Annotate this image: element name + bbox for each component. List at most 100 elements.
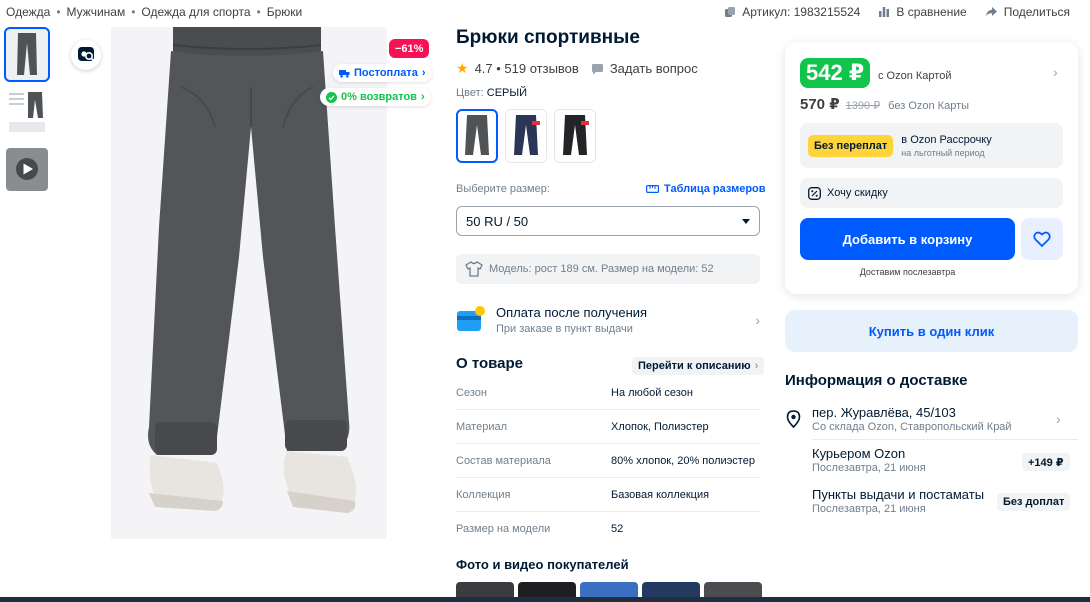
copy-icon bbox=[725, 7, 736, 17]
delivery-hint: Доставим послезавтра bbox=[859, 267, 956, 277]
customer-photos-title: Фото и видео покупателей bbox=[456, 557, 629, 572]
without-card-label: без Ozon Карты bbox=[888, 100, 970, 112]
no-overpay-tag: Без переплат bbox=[808, 134, 894, 157]
spec-value: 52 bbox=[611, 523, 624, 535]
color-value: СЕРЫЙ bbox=[486, 87, 528, 99]
payment-texts: Оплата после получения При заказе в пунк… bbox=[496, 305, 647, 335]
breadcrumb-separator: • bbox=[131, 5, 136, 19]
size-label: Выберите размер: bbox=[456, 183, 550, 195]
ozon-card-label: с Ozon Картой bbox=[878, 70, 952, 82]
ozon-card-price: 542 ₽ bbox=[800, 58, 871, 88]
rating-row: ★ 4.7 • 519 отзывов Задать вопрос bbox=[456, 60, 698, 77]
visual-search-icon bbox=[78, 47, 95, 62]
postpay-label: Постоплата bbox=[354, 67, 418, 79]
image-search-button[interactable] bbox=[71, 40, 101, 70]
delivery-address[interactable]: пер. Журавлёва, 45/103 bbox=[812, 405, 956, 420]
spec-value: На любой сезон bbox=[611, 386, 693, 399]
color-swatch-navy[interactable] bbox=[505, 109, 547, 163]
model-info-text: Модель: рост 189 см. Размер на модели: 5… bbox=[489, 263, 714, 275]
installment-offer[interactable]: Без переплат в Ozon Рассрочку на льготны… bbox=[800, 123, 1063, 168]
price-row: 570 ₽ 1390 ₽ без Ozon Карты bbox=[800, 95, 969, 113]
tshirt-icon bbox=[465, 261, 483, 277]
go-to-description-button[interactable]: Перейти к описанию › bbox=[632, 357, 765, 375]
add-to-cart-button[interactable]: Добавить в корзину bbox=[800, 218, 1015, 260]
delivery-info-title: Информация о доставке bbox=[785, 372, 968, 389]
bottom-edge-bar bbox=[0, 597, 1090, 602]
breadcrumb-separator: • bbox=[56, 5, 61, 19]
breadcrumb-item[interactable]: Одежда для спорта bbox=[141, 5, 250, 19]
returns-badge[interactable]: 0% возвратов › bbox=[320, 88, 431, 106]
product-title: Брюки спортивные bbox=[456, 27, 640, 48]
chevron-right-icon: › bbox=[755, 312, 760, 328]
truck-icon bbox=[339, 69, 350, 78]
payment-title: Оплата после получения bbox=[496, 305, 648, 320]
question-chat-icon bbox=[591, 63, 603, 74]
color-label: Цвет: СЕРЫЙ bbox=[456, 87, 527, 99]
color-swatch-gray[interactable] bbox=[456, 109, 498, 163]
want-discount-button[interactable]: Хочу скидку bbox=[800, 178, 1063, 208]
video-thumbnail-image bbox=[6, 148, 48, 191]
location-pin-icon bbox=[786, 410, 801, 428]
buy-one-click-button[interactable]: Купить в один клик bbox=[785, 310, 1078, 352]
breadcrumb-item[interactable]: Одежда bbox=[6, 5, 50, 19]
spec-value: 80% хлопок, 20% полиэстер bbox=[611, 454, 755, 467]
spec-value: Хлопок, Полиэстер bbox=[611, 420, 709, 433]
breadcrumb-item[interactable]: Брюки bbox=[267, 5, 303, 19]
pants-thumbnail-image bbox=[6, 29, 48, 80]
gallery-thumbnail-2[interactable] bbox=[6, 88, 48, 136]
size-table-link[interactable]: Таблица размеров bbox=[646, 183, 766, 195]
breadcrumb-separator: • bbox=[256, 5, 261, 19]
dropdown-caret-icon bbox=[742, 218, 750, 224]
share-label: Поделиться bbox=[1003, 5, 1070, 19]
old-price: 1390 ₽ bbox=[845, 100, 881, 112]
specs-table: Сезон На любой сезон Материал Хлопок, Поли… bbox=[456, 376, 760, 546]
installment-line1: в Ozon Рассрочку bbox=[901, 133, 992, 146]
spec-row: Сезон На любой сезон bbox=[456, 376, 760, 410]
regular-price: 570 ₽ bbox=[800, 96, 840, 113]
card-payment-icon bbox=[457, 306, 485, 331]
rating-reviews-link[interactable]: 4.7 • 519 отзывов bbox=[475, 61, 579, 76]
chevron-right-icon[interactable]: › bbox=[1056, 411, 1061, 427]
article-label: Артикул: 1983215524 bbox=[742, 5, 861, 19]
ask-question-link[interactable]: Задать вопрос bbox=[610, 61, 698, 76]
color-swatch-black[interactable] bbox=[554, 109, 596, 163]
discount-badge: −61% bbox=[389, 39, 430, 58]
chevron-right-icon: › bbox=[754, 360, 759, 372]
return-icon bbox=[326, 91, 337, 103]
chevron-right-icon[interactable]: › bbox=[1053, 64, 1058, 80]
spec-key: Материал bbox=[456, 420, 507, 433]
spec-row: Размер на модели 52 bbox=[456, 512, 760, 546]
breadcrumb-item[interactable]: Мужчинам bbox=[67, 5, 126, 19]
navy-pants-swatch-image bbox=[514, 115, 540, 155]
top-actions: Артикул: 1983215524 В сравнение Поделить… bbox=[724, 5, 1070, 19]
spec-key: Сезон bbox=[456, 386, 487, 399]
star-icon: ★ bbox=[456, 60, 469, 76]
spec-key: Размер на модели bbox=[456, 523, 551, 535]
delivery-option-date: Послезавтра, 21 июня bbox=[812, 462, 926, 474]
postpay-badge[interactable]: Постоплата › bbox=[333, 64, 432, 82]
favorite-button[interactable] bbox=[1021, 218, 1063, 260]
spec-key: Коллекция bbox=[456, 488, 511, 501]
share-button[interactable]: Поделиться bbox=[985, 5, 1070, 19]
spec-value: Базовая коллекция bbox=[611, 488, 710, 501]
delivery-warehouse: Со склада Ozon, Ставропольский Край bbox=[812, 421, 1012, 433]
delivery-option-name: Курьером Ozon bbox=[812, 446, 906, 461]
go-to-description-label: Перейти к описанию bbox=[638, 360, 751, 372]
compare-label: В сравнение bbox=[896, 5, 967, 19]
discount-percent-icon bbox=[808, 186, 821, 200]
spec-row: Коллекция Базовая коллекция bbox=[456, 478, 760, 512]
color-label-text: Цвет: bbox=[456, 87, 487, 99]
payment-after-receipt[interactable]: Оплата после получения При заказе в пунк… bbox=[456, 302, 760, 338]
gallery-video-thumbnail[interactable] bbox=[6, 148, 48, 191]
model-info: Модель: рост 189 см. Размер на модели: 5… bbox=[456, 254, 760, 284]
black-pants-swatch-image bbox=[563, 115, 589, 155]
divider bbox=[812, 439, 1078, 440]
gallery-thumbnail-1[interactable] bbox=[4, 27, 50, 82]
size-table-label: Таблица размеров bbox=[664, 183, 766, 195]
delivery-option-name: Пункты выдачи и постаматы bbox=[812, 487, 985, 502]
article-number[interactable]: Артикул: 1983215524 bbox=[724, 5, 860, 19]
delivery-option-price: +149 ₽ bbox=[1022, 453, 1070, 471]
size-select[interactable]: 50 RU / 50 bbox=[456, 206, 760, 236]
spec-row: Материал Хлопок, Полиэстер bbox=[456, 410, 760, 444]
compare-button[interactable]: В сравнение bbox=[878, 5, 967, 19]
